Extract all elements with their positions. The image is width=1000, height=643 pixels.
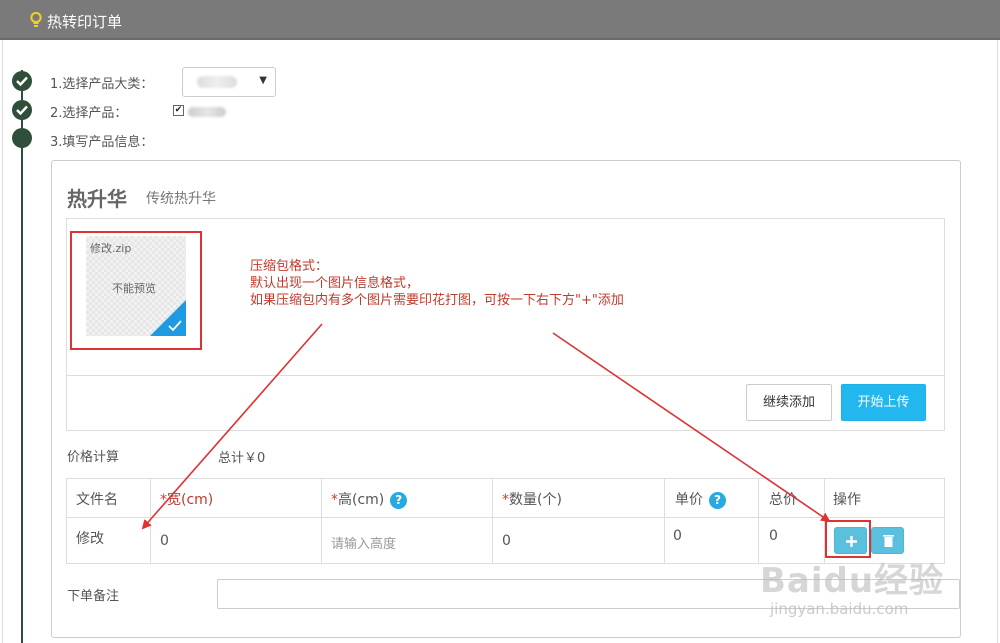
watermark-logo: Baidu经验 <box>760 561 945 601</box>
arrow-to-filename <box>141 323 323 530</box>
annotation-arrows <box>141 323 831 530</box>
arrow-to-add-button <box>552 332 831 523</box>
watermark-url: jingyan.baidu.com <box>770 600 909 618</box>
